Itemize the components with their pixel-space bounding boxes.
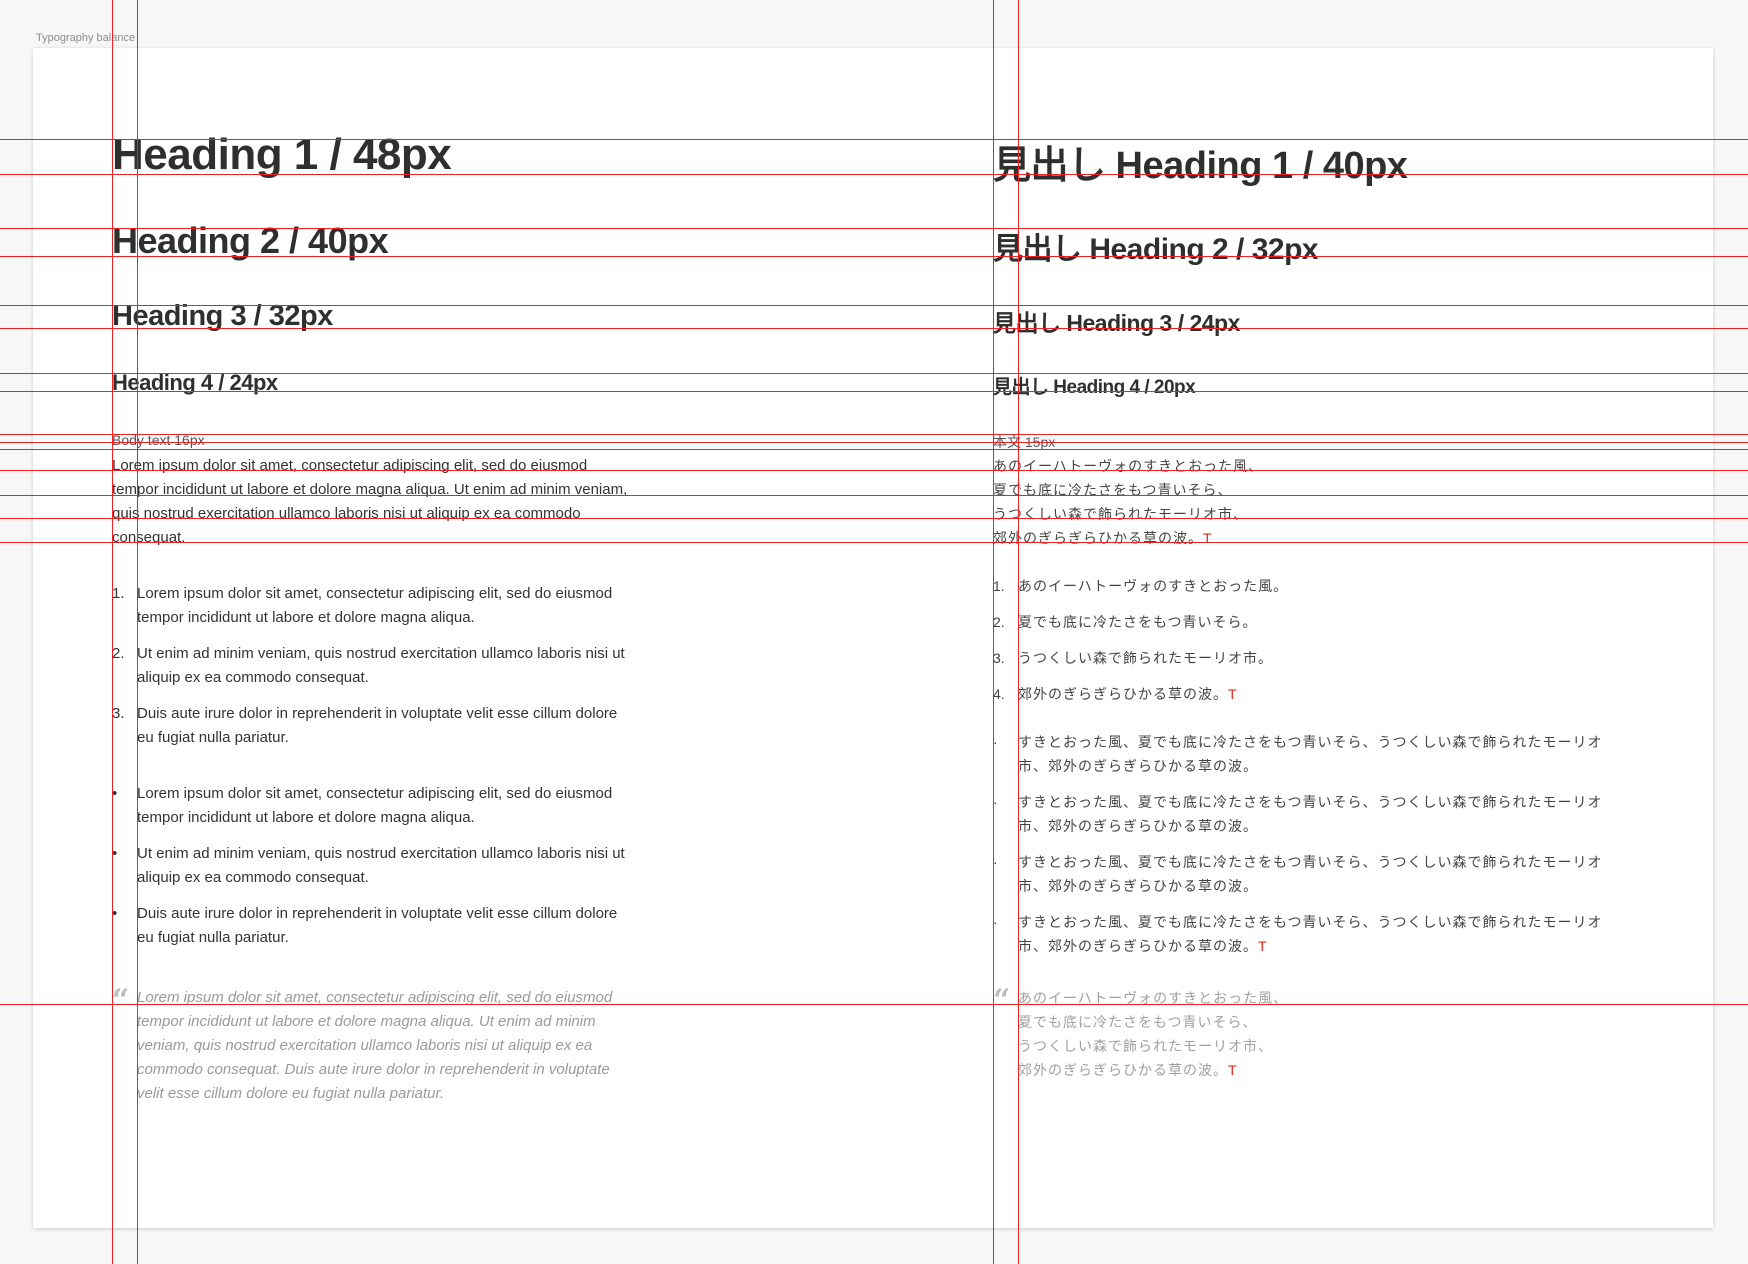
vertical-guide[interactable] <box>993 0 994 1264</box>
list-marker: 1. <box>993 578 1005 594</box>
quote-line: あのイーハトーヴォのすきとおった風、 <box>1018 990 1289 1006</box>
list-item-text: うつくしい森で飾られたモーリオ市。 <box>1018 650 1273 666</box>
right-heading-4: 見出し Heading 4 / 20px <box>993 377 1196 398</box>
list-item-text: 郊外のぎらぎらひかる草の波。T <box>1018 686 1238 702</box>
list-item-text: あのイーハトーヴォのすきとおった風。 <box>1018 578 1289 594</box>
list-marker: 4. <box>993 686 1005 702</box>
quote-line: うつくしい森で飾られたモーリオ市、 <box>1018 1038 1273 1054</box>
horizontal-guide[interactable] <box>0 542 1748 543</box>
right-heading-3: 見出し Heading 3 / 24px <box>993 310 1240 336</box>
list-item-text: 夏でも底に冷たさをもつ青いそら。 <box>1018 614 1258 630</box>
horizontal-guide[interactable] <box>0 442 1748 443</box>
horizontal-guide[interactable] <box>0 139 1748 140</box>
list-marker: 3. <box>112 705 125 722</box>
blockquote-text: あのイーハトーヴォのすきとおった風、 夏でも底に冷たさをもつ青いそら、 うつくし… <box>1018 986 1288 1082</box>
list-item-text: すきとおった風、夏でも底に冷たさをもつ青いそら、うつくしい森で飾られたモーリオ市… <box>1018 914 1603 954</box>
quote-line: 郊外のぎらぎらひかる草の波。T <box>1018 1062 1238 1078</box>
body-line: 郊外のぎらぎらひかる草の波。T <box>993 530 1213 546</box>
right-heading-1: 見出し Heading 1 / 40px <box>993 145 1408 187</box>
horizontal-guide[interactable] <box>0 1004 1748 1005</box>
left-heading-1: Heading 1 / 48px <box>112 130 452 179</box>
horizontal-guide[interactable] <box>0 449 1748 450</box>
quote-mark-icon: “ <box>993 983 1011 1018</box>
list-item-text: Ut enim ad minim veniam, quis nostrud ex… <box>137 845 625 886</box>
list-item-text: すきとおった風、夏でも底に冷たさをもつ青いそら、うつくしい森で飾られたモーリオ市… <box>1018 794 1603 834</box>
text-cursor-icon: T <box>1228 686 1238 702</box>
left-body-paragraph: Lorem ipsum dolor sit amet, consectetur … <box>112 457 628 546</box>
right-body-paragraph: あのイーハトーヴォのすきとおった風、 夏でも底に冷たさをもつ青いそら、 うつくし… <box>993 454 1413 550</box>
quote-mark-icon: “ <box>112 983 130 1018</box>
list-item-text: すきとおった風、夏でも底に冷たさをもつ青いそら、うつくしい森で飾られたモーリオ市… <box>1018 734 1603 774</box>
list-marker: 3. <box>993 650 1005 666</box>
body-line: 夏でも底に冷たさをもつ青いそら、 <box>993 482 1233 498</box>
body-line: うつくしい森で飾られたモーリオ市、 <box>993 506 1248 522</box>
horizontal-guide[interactable] <box>0 256 1748 257</box>
list-item-text: Lorem ipsum dolor sit amet, consectetur … <box>137 585 613 626</box>
list-item-text: Duis aute irure dolor in reprehenderit i… <box>137 905 618 946</box>
quote-line: 夏でも底に冷たさをもつ青いそら、 <box>1018 1014 1258 1030</box>
list-item-text: すきとおった風、夏でも底に冷たさをもつ青いそら、うつくしい森で飾られたモーリオ市… <box>1018 854 1603 894</box>
frame-label[interactable]: Typography balance <box>36 32 135 44</box>
list-item-text: Ut enim ad minim veniam, quis nostrud ex… <box>137 645 625 686</box>
horizontal-guide[interactable] <box>0 434 1748 435</box>
horizontal-guide[interactable] <box>0 391 1748 392</box>
list-marker: 2. <box>112 645 125 662</box>
body-line: あのイーハトーヴォのすきとおった風、 <box>993 458 1264 474</box>
horizontal-guide[interactable] <box>0 495 1748 496</box>
horizontal-guide[interactable] <box>0 305 1748 306</box>
text-cursor-icon: T <box>1258 938 1268 954</box>
horizontal-guide[interactable] <box>0 470 1748 471</box>
right-heading-2: 見出し Heading 2 / 32px <box>993 233 1319 266</box>
horizontal-guide[interactable] <box>0 328 1748 329</box>
list-item-text: Lorem ipsum dolor sit amet, consectetur … <box>137 785 613 826</box>
vertical-guide[interactable] <box>1018 0 1019 1264</box>
vertical-guide[interactable] <box>112 0 113 1264</box>
vertical-guide[interactable] <box>137 0 138 1264</box>
text-cursor-icon: T <box>1228 1062 1238 1078</box>
list-marker: 2. <box>993 614 1005 630</box>
list-marker: 1. <box>112 585 125 602</box>
horizontal-guide[interactable] <box>0 228 1748 229</box>
horizontal-guide[interactable] <box>0 174 1748 175</box>
list-item-text: Duis aute irure dolor in reprehenderit i… <box>137 705 618 746</box>
horizontal-guide[interactable] <box>0 373 1748 374</box>
horizontal-guide[interactable] <box>0 518 1748 519</box>
text-cursor-icon: T <box>1203 530 1213 546</box>
